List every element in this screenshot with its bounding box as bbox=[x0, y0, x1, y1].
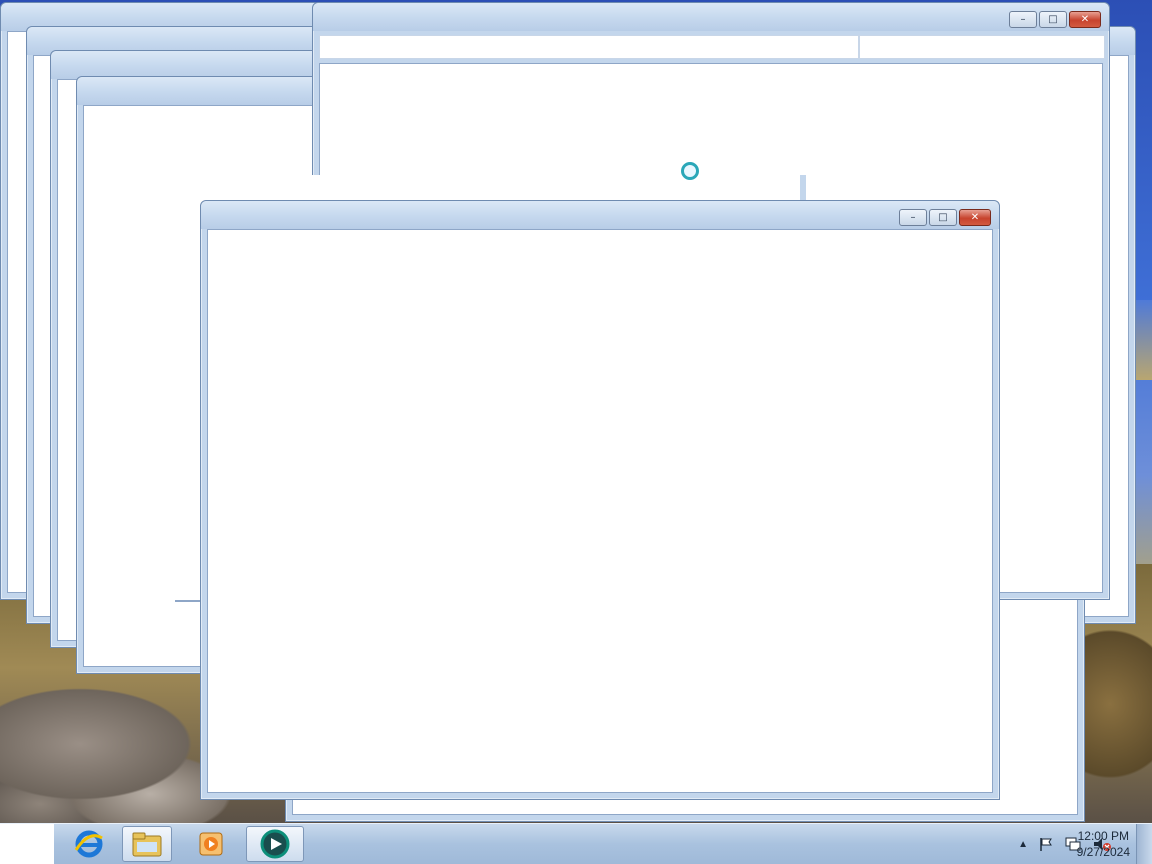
action-center-flag-icon[interactable] bbox=[1038, 836, 1054, 852]
taskbar-explorer-button[interactable] bbox=[122, 826, 172, 862]
folder-icon bbox=[132, 832, 162, 857]
maximize-button[interactable]: □ bbox=[929, 209, 957, 226]
close-button[interactable]: ✕ bbox=[959, 209, 991, 226]
window-titlebar[interactable] bbox=[51, 51, 329, 79]
window-client bbox=[207, 229, 993, 793]
taskbar-media-button[interactable] bbox=[186, 826, 236, 862]
media-player-icon bbox=[199, 832, 223, 856]
ie-icon bbox=[74, 830, 103, 858]
minimize-button[interactable]: – bbox=[1009, 11, 1037, 28]
app-play-icon bbox=[260, 829, 290, 859]
clock[interactable]: 12:00 PM 9/27/2024 bbox=[1077, 828, 1130, 860]
clock-date: 9/27/2024 bbox=[1076, 845, 1130, 859]
show-desktop-button[interactable] bbox=[1136, 824, 1152, 864]
start-area[interactable] bbox=[0, 824, 54, 864]
taskbar-ie-button[interactable] bbox=[64, 826, 114, 862]
toolbar-strip bbox=[319, 35, 859, 59]
window-titlebar[interactable]: – □ ✕ bbox=[201, 201, 999, 229]
taskbar: ▲ 12:00 PM 9/27/2024 bbox=[0, 823, 1152, 864]
window-titlebar[interactable]: – □ ✕ bbox=[313, 3, 1109, 31]
close-button[interactable]: ✕ bbox=[1069, 11, 1101, 28]
maximize-button[interactable]: □ bbox=[1039, 11, 1067, 28]
toolbar-strip-right bbox=[859, 35, 1105, 59]
window-titlebar[interactable] bbox=[77, 77, 335, 105]
tray-expand-icon[interactable]: ▲ bbox=[1018, 839, 1028, 850]
clock-time: 12:00 PM bbox=[1077, 829, 1129, 843]
taskbar-active-app-button[interactable] bbox=[246, 826, 304, 862]
window-front[interactable]: – □ ✕ bbox=[200, 200, 1000, 800]
busy-cursor-icon bbox=[681, 162, 699, 180]
minimize-button[interactable]: – bbox=[899, 209, 927, 226]
